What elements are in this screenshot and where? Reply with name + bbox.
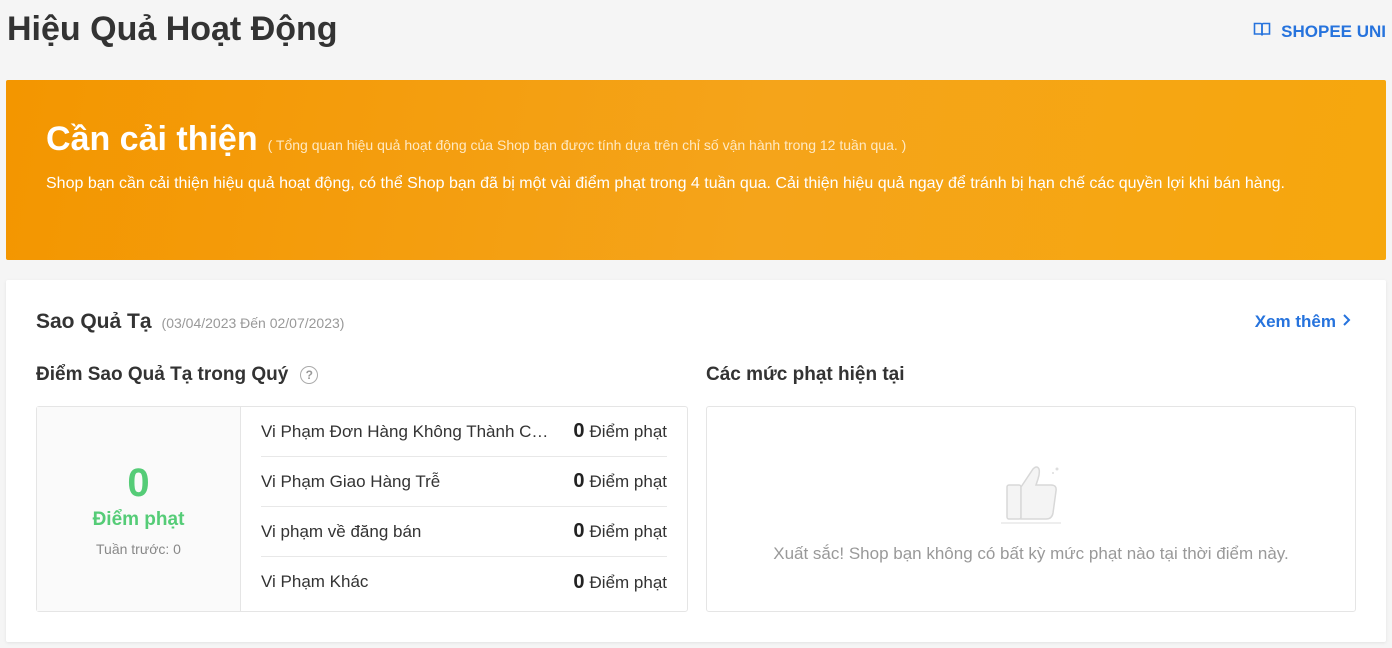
penalty-card: Sao Quả Tạ (03/04/2023 Đến 02/07/2023) X… [6,280,1386,642]
current-penalties-box: Xuất sắc! Shop bạn không có bất kỳ mức p… [706,406,1356,612]
violation-unit: Điểm phạt [589,522,667,541]
current-penalties-title: Các mức phạt hiện tại [706,364,905,385]
violation-label: Vi phạm về đăng bán [261,521,422,541]
status-note: ( Tổng quan hiệu quả hoạt động của Shop … [267,137,907,153]
chevron-right-icon [1340,312,1352,332]
violation-points: 0 [573,570,585,593]
violation-row: Vi Phạm Khác 0 Điểm phạt [261,557,667,607]
thumbs-up-icon [995,407,1067,532]
page-header: Hiệu Quả Hoạt Động SHOPEE UNI [0,0,1392,64]
date-range: (03/04/2023 Đến 02/07/2023) [161,315,345,331]
score-summary: 0 Điểm phạt Tuần trước: 0 [37,407,241,611]
empty-penalty-message: Xuất sắc! Shop bạn không có bất kỳ mức p… [773,544,1289,563]
status-description: Shop bạn cần cải thiện hiệu quả hoạt độn… [46,175,1285,192]
last-week-score: Tuần trước: 0 [96,541,181,557]
book-icon [1253,20,1271,43]
violation-unit: Điểm phạt [589,572,667,592]
violation-list: Vi Phạm Đơn Hàng Không Thành Công 0 Điểm … [241,407,687,611]
violation-row: Vi phạm về đăng bán 0 Điểm phạt [261,507,667,557]
violation-row: Vi Phạm Giao Hàng Trễ 0 Điểm phạt [261,457,667,507]
page-title: Hiệu Quả Hoạt Động [7,10,338,48]
card-title-text: Sao Quả Tạ [36,310,152,333]
violation-points: 0 [573,470,585,492]
violation-unit: Điểm phạt [589,422,667,441]
violation-points: 0 [573,420,585,442]
see-more-label: Xem thêm [1254,312,1336,331]
violation-label: Vi Phạm Giao Hàng Trễ [261,471,441,491]
violation-row: Vi Phạm Đơn Hàng Không Thành Công 0 Điểm … [261,407,667,457]
performance-status-banner: Cần cải thiện ( Tổng quan hiệu quả hoạt … [6,80,1386,260]
score-section-title: Điểm Sao Quả Tạ trong Quý ? [36,364,319,386]
shopee-uni-link[interactable]: SHOPEE UNI [1253,20,1386,43]
score-box: 0 Điểm phạt Tuần trước: 0 Vi Phạm Đơn Hà… [36,406,688,612]
score-unit: Điểm phạt [92,509,185,530]
score-value: 0 [127,461,150,505]
violation-unit: Điểm phạt [589,472,667,491]
violation-label: Vi Phạm Khác [261,572,369,591]
score-section-label: Điểm Sao Quả Tạ trong Quý [36,364,289,385]
status-title: Cần cải thiện [46,120,258,158]
see-more-link[interactable]: Xem thêm [1255,312,1352,332]
violation-points: 0 [573,520,585,542]
question-icon[interactable]: ? [300,366,319,384]
violation-label: Vi Phạm Đơn Hàng Không Thành Công [261,421,551,441]
shopee-uni-label: SHOPEE UNI [1281,21,1386,41]
card-title: Sao Quả Tạ (03/04/2023 Đến 02/07/2023) [36,310,344,334]
